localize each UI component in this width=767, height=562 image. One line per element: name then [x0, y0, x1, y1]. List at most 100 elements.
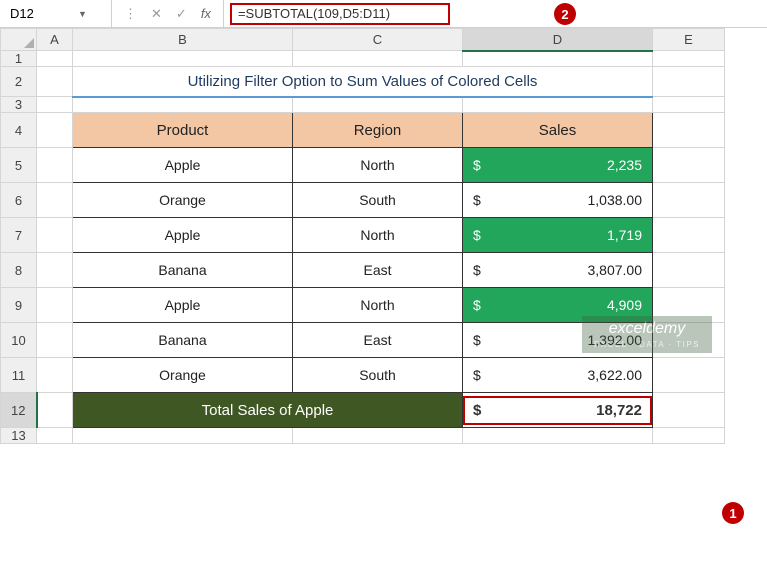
name-box[interactable]: ▼ [0, 0, 112, 27]
cell[interactable] [653, 67, 725, 97]
row-header-9[interactable]: 9 [1, 288, 37, 323]
cell[interactable] [293, 51, 463, 67]
cell-sales[interactable]: $1,719 [463, 218, 653, 253]
column-header-a[interactable]: A [37, 29, 73, 51]
cell-sales[interactable]: $1,392.00 [463, 323, 653, 358]
row-header-12[interactable]: 12 [1, 393, 37, 428]
row-header-7[interactable]: 7 [1, 218, 37, 253]
callout-badge-1: 1 [722, 502, 744, 524]
cell[interactable] [37, 97, 73, 113]
column-header-e[interactable]: E [653, 29, 725, 51]
cell[interactable] [37, 183, 73, 218]
cell[interactable] [37, 393, 73, 428]
cell-region[interactable]: North [293, 148, 463, 183]
cell[interactable] [37, 323, 73, 358]
total-value-cell[interactable]: $18,722 [463, 393, 653, 428]
cell[interactable] [653, 51, 725, 67]
name-box-input[interactable] [8, 5, 78, 22]
cell-region[interactable]: North [293, 218, 463, 253]
cell[interactable] [653, 288, 725, 323]
select-all-corner[interactable] [1, 29, 37, 51]
check-icon[interactable]: ✓ [176, 6, 187, 22]
cell-region[interactable]: South [293, 183, 463, 218]
cell-product[interactable]: Apple [73, 218, 293, 253]
row-header-10[interactable]: 10 [1, 323, 37, 358]
row-header-2[interactable]: 2 [1, 67, 37, 97]
cell-product[interactable]: Orange [73, 358, 293, 393]
cell-sales[interactable]: $2,235 [463, 148, 653, 183]
amount: 2,235 [607, 157, 642, 173]
column-header-c[interactable]: C [293, 29, 463, 51]
cell-product[interactable]: Apple [73, 288, 293, 323]
column-header-b[interactable]: B [73, 29, 293, 51]
row-header-5[interactable]: 5 [1, 148, 37, 183]
header-region[interactable]: Region [293, 113, 463, 148]
cell-region[interactable]: East [293, 253, 463, 288]
amount: 3,807.00 [588, 262, 643, 278]
cell[interactable] [37, 113, 73, 148]
cell[interactable] [37, 148, 73, 183]
grid[interactable]: A B C D E 1 2 Utilizing Filter Option to… [0, 28, 725, 444]
currency: $ [473, 157, 481, 173]
cell-sales[interactable]: $3,622.00 [463, 358, 653, 393]
cell-sales[interactable]: $3,807.00 [463, 253, 653, 288]
cell[interactable] [653, 218, 725, 253]
row-header-11[interactable]: 11 [1, 358, 37, 393]
cell[interactable] [653, 428, 725, 444]
cell[interactable] [37, 51, 73, 67]
cell[interactable] [73, 428, 293, 444]
cell[interactable] [653, 97, 725, 113]
cell-region[interactable]: East [293, 323, 463, 358]
cell[interactable] [463, 97, 653, 113]
row-header-8[interactable]: 8 [1, 253, 37, 288]
cell[interactable] [37, 67, 73, 97]
header-product[interactable]: Product [73, 113, 293, 148]
total-label[interactable]: Total Sales of Apple [73, 393, 463, 428]
cell-region[interactable]: South [293, 358, 463, 393]
amount: 4,909 [607, 297, 642, 313]
cell[interactable] [37, 428, 73, 444]
formula-input-wrap: =SUBTOTAL(109,D5:D11) [224, 0, 767, 27]
header-sales[interactable]: Sales [463, 113, 653, 148]
cell[interactable] [653, 323, 725, 358]
cell-product[interactable]: Banana [73, 253, 293, 288]
cell[interactable] [293, 428, 463, 444]
row-header-3[interactable]: 3 [1, 97, 37, 113]
row-header-6[interactable]: 6 [1, 183, 37, 218]
cell-product[interactable]: Banana [73, 323, 293, 358]
cell[interactable] [73, 97, 293, 113]
cell[interactable] [463, 51, 653, 67]
cell[interactable] [653, 358, 725, 393]
title-cell[interactable]: Utilizing Filter Option to Sum Values of… [73, 67, 653, 97]
column-header-d[interactable]: D [463, 29, 653, 51]
row-header-1[interactable]: 1 [1, 51, 37, 67]
row-header-13[interactable]: 13 [1, 428, 37, 444]
cell[interactable] [293, 97, 463, 113]
cell[interactable] [463, 428, 653, 444]
cell-region[interactable]: North [293, 288, 463, 323]
cell-product[interactable]: Apple [73, 148, 293, 183]
fx-icon[interactable]: fx [201, 6, 211, 21]
cell[interactable] [653, 148, 725, 183]
cell[interactable] [653, 393, 725, 428]
cell[interactable] [73, 51, 293, 67]
cell[interactable] [37, 288, 73, 323]
cell[interactable] [653, 113, 725, 148]
cell-sales[interactable]: $4,909 [463, 288, 653, 323]
currency: $ [473, 402, 481, 419]
cell-product[interactable]: Orange [73, 183, 293, 218]
cell[interactable] [37, 218, 73, 253]
chevron-down-icon[interactable]: ▼ [78, 9, 87, 19]
cell-sales[interactable]: $1,038.00 [463, 183, 653, 218]
cell[interactable] [37, 253, 73, 288]
cell[interactable] [653, 253, 725, 288]
cancel-icon[interactable]: ✕ [151, 6, 162, 22]
formula-input[interactable]: =SUBTOTAL(109,D5:D11) [230, 3, 450, 25]
currency: $ [473, 227, 481, 243]
callout-badge-2: 2 [554, 3, 576, 25]
amount: 3,622.00 [588, 367, 643, 383]
row-header-4[interactable]: 4 [1, 113, 37, 148]
cell[interactable] [37, 358, 73, 393]
amount: 18,722 [596, 402, 642, 419]
cell[interactable] [653, 183, 725, 218]
